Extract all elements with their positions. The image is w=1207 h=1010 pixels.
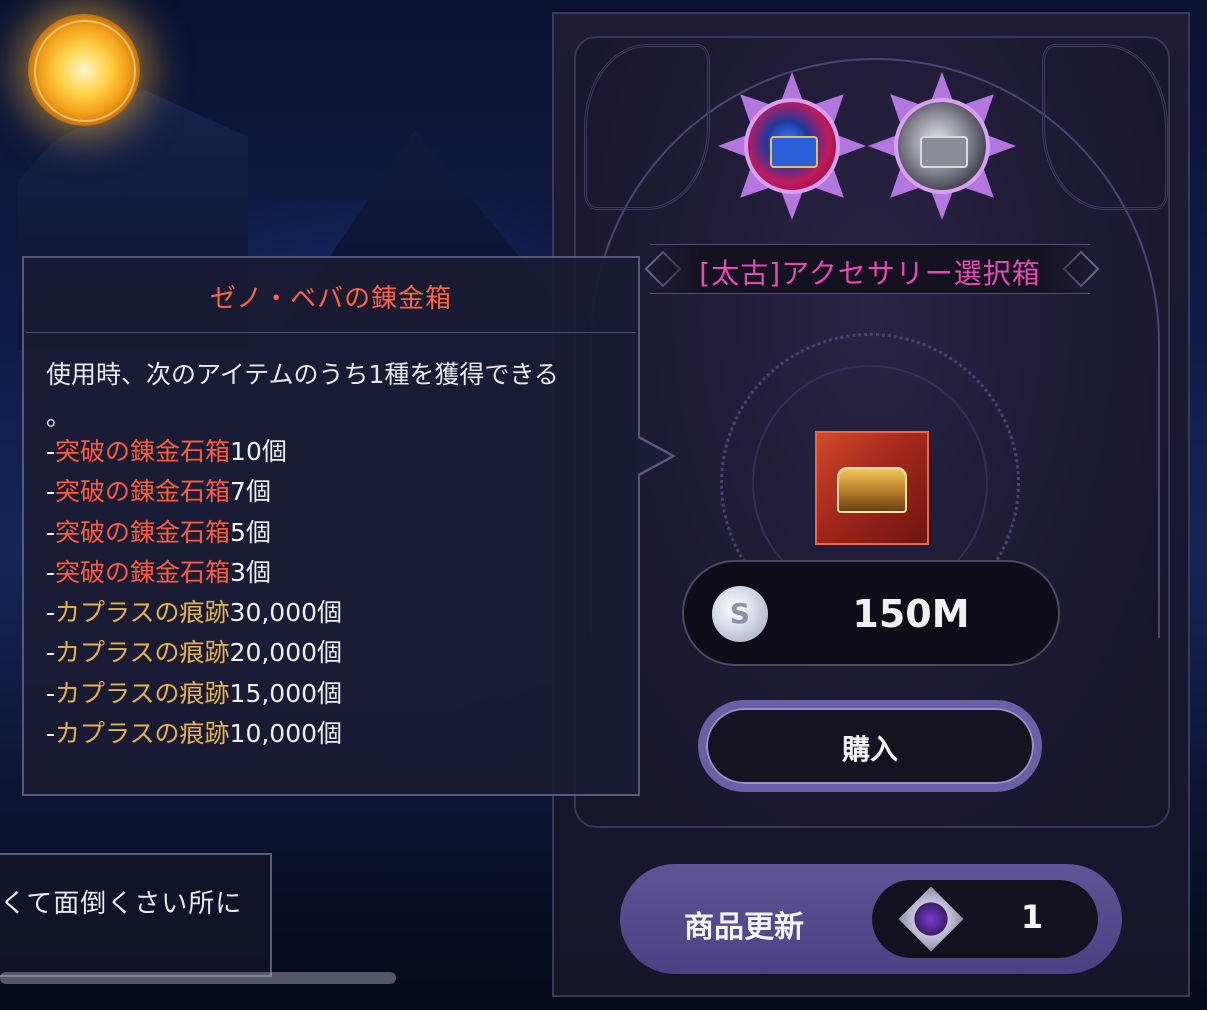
reward-name: 突破の錬金石箱	[55, 517, 231, 547]
reward-name: カプラスの痕跡	[55, 678, 230, 708]
alchemy-chest-icon	[837, 467, 907, 513]
reward-quantity: 5個	[230, 517, 271, 547]
tooltip-title: ゼノ・ベバの錬金箱	[209, 284, 453, 314]
silver-chest-icon	[920, 136, 968, 168]
reward-quantity: 10,000個	[229, 719, 343, 749]
reward-item: -カプラスの痕跡10,000個	[46, 714, 342, 754]
tooltip-divider	[26, 332, 636, 333]
moon-ring	[34, 20, 136, 122]
reward-dash: -	[46, 598, 56, 628]
product-title-plate: [太古]アクセサリー選択箱	[650, 244, 1090, 294]
dialog-box[interactable]: くて面倒くさい所に	[0, 853, 272, 977]
reward-name: 突破の錬金石箱	[55, 477, 231, 507]
reward-list: -突破の錬金石箱10個 -突破の錬金石箱7個 -突破の錬金石箱5個 -突破の錬金石箱3…	[46, 432, 342, 754]
price-value: 150M	[852, 592, 970, 636]
ornament-knot-right	[1042, 44, 1168, 210]
reward-name: 突破の錬金石箱	[55, 557, 231, 587]
horizontal-scrollbar[interactable]	[0, 972, 396, 984]
reward-item: -突破の錬金石箱3個	[46, 553, 342, 593]
reward-quantity: 20,000個	[229, 638, 343, 668]
silver-coin-icon: S	[712, 586, 768, 642]
dialog-text: くて面倒くさい所に	[0, 889, 243, 919]
reward-dash: -	[46, 517, 56, 547]
reward-item: -突破の錬金石箱7個	[46, 472, 342, 512]
reward-quantity: 3個	[230, 557, 271, 587]
silver-accessory-box-badge[interactable]	[868, 72, 1016, 220]
reward-dash: -	[46, 638, 56, 668]
reward-quantity: 10個	[230, 437, 287, 466]
reward-item: -突破の錬金石箱10個	[46, 432, 342, 472]
purple-gem-icon	[898, 886, 964, 952]
badge-disc	[894, 98, 990, 194]
reward-quantity: 7個	[230, 477, 271, 507]
reward-item: -カプラスの痕跡20,000個	[46, 633, 342, 673]
reward-dash: -	[46, 719, 56, 749]
refresh-cost-display: 1	[872, 880, 1098, 958]
reward-name: カプラスの痕跡	[55, 719, 230, 749]
ornament-knot-left	[584, 44, 710, 210]
description-text: 使用時、次のアイテムのうち1種を獲得できる	[46, 360, 559, 389]
reward-quantity: 30,000個	[229, 598, 343, 628]
item-tooltip: ゼノ・ベバの錬金箱 使用時、次のアイテムのうち1種を獲得できる 。 -突破の錬金…	[22, 256, 640, 796]
reward-dash: -	[46, 678, 56, 708]
buy-label: 購入	[841, 733, 898, 766]
buy-button[interactable]: 購入	[698, 700, 1042, 792]
product-title: [太古]アクセサリー選択箱	[699, 257, 1041, 290]
blue-chest-icon	[770, 136, 818, 168]
reward-item: -突破の錬金石箱5個	[46, 513, 342, 553]
refresh-label: 商品更新	[684, 910, 804, 945]
reward-item: -カプラスの痕跡15,000個	[46, 674, 342, 714]
reward-dash: -	[46, 477, 56, 507]
reward-name: カプラスの痕跡	[55, 598, 230, 628]
tooltip-arrow-inner	[636, 437, 671, 475]
reward-dash: -	[46, 557, 56, 587]
reward-name: 突破の錬金石箱	[55, 437, 231, 466]
tooltip-description: 使用時、次のアイテムのうち1種を獲得できる 。	[46, 354, 626, 438]
refresh-cost-value: 1	[1020, 898, 1044, 936]
item-slot[interactable]	[815, 431, 929, 545]
reward-item: -カプラスの痕跡30,000個	[46, 593, 342, 633]
reward-dash: -	[46, 437, 56, 466]
blue-accessory-box-badge[interactable]	[718, 72, 866, 220]
reward-quantity: 15,000個	[229, 678, 343, 708]
reward-name: カプラスの痕跡	[55, 638, 230, 668]
refresh-products-button[interactable]: 商品更新 1	[620, 864, 1122, 974]
badge-disc	[744, 98, 840, 194]
price-display: S 150M	[682, 560, 1060, 666]
